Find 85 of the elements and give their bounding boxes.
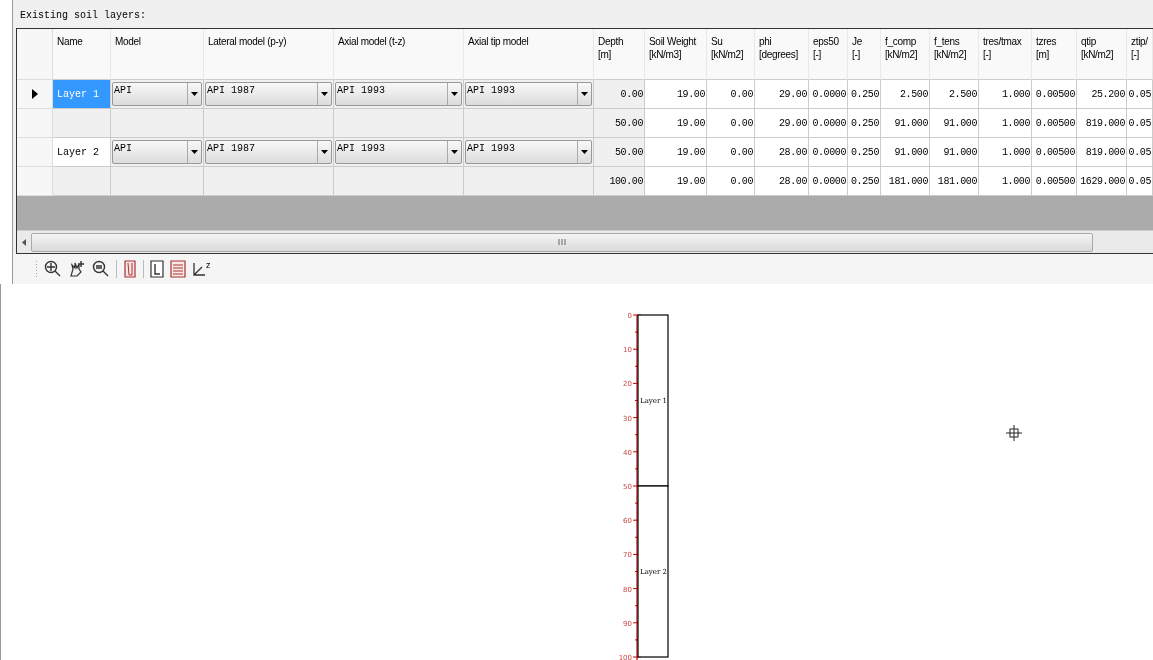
- model-dropdown[interactable]: API: [112, 140, 202, 164]
- table-cell[interactable]: 819.000: [1077, 138, 1127, 167]
- table-cell[interactable]: 25.200: [1077, 80, 1127, 109]
- dropdown-arrow-icon: [191, 150, 198, 154]
- model-dropdown[interactable]: API 1993: [465, 82, 592, 106]
- model-dropdown[interactable]: API 1993: [335, 82, 462, 106]
- table-cell[interactable]: 91.000: [881, 138, 930, 167]
- table-cell[interactable]: 0.00: [707, 80, 755, 109]
- row-header[interactable]: [17, 80, 53, 109]
- table-cell[interactable]: 100.00: [594, 167, 645, 196]
- column-header[interactable]: qtip [kN/m2]: [1077, 29, 1127, 80]
- table-cell[interactable]: 0.00500: [1032, 109, 1077, 138]
- column-header[interactable]: Model: [111, 29, 204, 80]
- table-cell[interactable]: 91.000: [881, 109, 930, 138]
- column-header[interactable]: Soil Weight [kN/m3]: [645, 29, 707, 80]
- scroll-left-icon[interactable]: [22, 238, 26, 246]
- table-cell[interactable]: 0.00500: [1032, 80, 1077, 109]
- dropdown-arrow-icon: [581, 150, 588, 154]
- table-cell[interactable]: 19.00: [645, 80, 707, 109]
- dropdown-arrow-icon: [321, 92, 328, 96]
- column-header[interactable]: tres/tmax [-]: [979, 29, 1032, 80]
- column-header[interactable]: ztip/ [-]: [1127, 29, 1153, 80]
- dropdown-arrow-icon: [451, 150, 458, 154]
- table-cell[interactable]: 91.000: [930, 138, 979, 167]
- hand-icon[interactable]: [68, 260, 86, 278]
- table-cell[interactable]: 19.00: [645, 109, 707, 138]
- column-header[interactable]: eps50 [-]: [809, 29, 848, 80]
- table-cell[interactable]: 19.00: [645, 138, 707, 167]
- column-header[interactable]: Lateral model (p-y): [204, 29, 334, 80]
- dropdown-arrow-icon: [191, 92, 198, 96]
- model-dropdown[interactable]: API 1993: [465, 140, 592, 164]
- table-cell[interactable]: 0.250: [848, 138, 881, 167]
- table-cell[interactable]: 2.500: [930, 80, 979, 109]
- table-cell[interactable]: 819.000: [1077, 109, 1127, 138]
- table-cell[interactable]: 0.0000: [809, 109, 848, 138]
- table-cell[interactable]: 2.500: [881, 80, 930, 109]
- table-cell[interactable]: 0.05: [1127, 109, 1153, 138]
- current-row-icon: [31, 89, 38, 99]
- column-header[interactable]: phi [degrees]: [755, 29, 809, 80]
- table-cell[interactable]: 1.000: [979, 138, 1032, 167]
- table-cell[interactable]: 0.250: [848, 109, 881, 138]
- toolbar-grip-icon[interactable]: [35, 260, 38, 278]
- model-dropdown[interactable]: API 1987: [205, 82, 332, 106]
- table-cell[interactable]: 0.0000: [809, 80, 848, 109]
- table-cell[interactable]: 29.00: [755, 109, 809, 138]
- column-header[interactable]: Axial model (t-z): [334, 29, 464, 80]
- soil-layer[interactable]: [637, 485, 669, 658]
- zoom-out-icon[interactable]: [92, 260, 110, 278]
- model-dropdown[interactable]: API 1993: [335, 140, 462, 164]
- column-header[interactable]: Axial tip model: [464, 29, 594, 80]
- table-cell[interactable]: 50.00: [594, 109, 645, 138]
- table-cell[interactable]: 0.05: [1127, 138, 1153, 167]
- dropdown-arrow-icon: [451, 92, 458, 96]
- model-dropdown[interactable]: API 1987: [205, 140, 332, 164]
- dropdown-arrow-icon: [581, 92, 588, 96]
- table-cell[interactable]: 0.05: [1127, 80, 1153, 109]
- section-heading: Existing soil layers:: [20, 9, 147, 23]
- column-header[interactable]: Depth [m]: [594, 29, 645, 80]
- column-header[interactable]: tzres [m]: [1032, 29, 1077, 80]
- layers-icon[interactable]: [170, 260, 186, 278]
- zoom-in-icon[interactable]: [44, 260, 62, 278]
- crosshair-icon: [1005, 424, 1023, 442]
- table-cell[interactable]: 1.000: [979, 80, 1032, 109]
- grip-icon: [558, 239, 566, 245]
- table-cell[interactable]: 0.0000: [809, 138, 848, 167]
- column-header[interactable]: Name: [53, 29, 111, 80]
- table-cell[interactable]: 0.00500: [1032, 138, 1077, 167]
- column-header[interactable]: f_comp [kN/m2]: [881, 29, 930, 80]
- table-cell[interactable]: 50.00: [594, 138, 645, 167]
- column-header[interactable]: f_tens [kN/m2]: [930, 29, 979, 80]
- table-cell[interactable]: 91.000: [930, 109, 979, 138]
- model-dropdown[interactable]: API: [112, 82, 202, 106]
- table-cell[interactable]: 0.00: [707, 138, 755, 167]
- dropdown-arrow-icon: [321, 150, 328, 154]
- column-header[interactable]: Je [-]: [848, 29, 881, 80]
- column-header[interactable]: Su [kN/m2]: [707, 29, 755, 80]
- pile-icon[interactable]: [123, 260, 137, 278]
- table-cell[interactable]: 0.00: [707, 109, 755, 138]
- table-cell[interactable]: 1.000: [979, 109, 1032, 138]
- document-icon[interactable]: [150, 260, 164, 278]
- table-cell[interactable]: 28.00: [755, 138, 809, 167]
- table-cell[interactable]: 29.00: [755, 80, 809, 109]
- soil-layer[interactable]: [637, 314, 669, 487]
- table-cell[interactable]: 0.250: [848, 80, 881, 109]
- table-cell[interactable]: 0.00: [594, 80, 645, 109]
